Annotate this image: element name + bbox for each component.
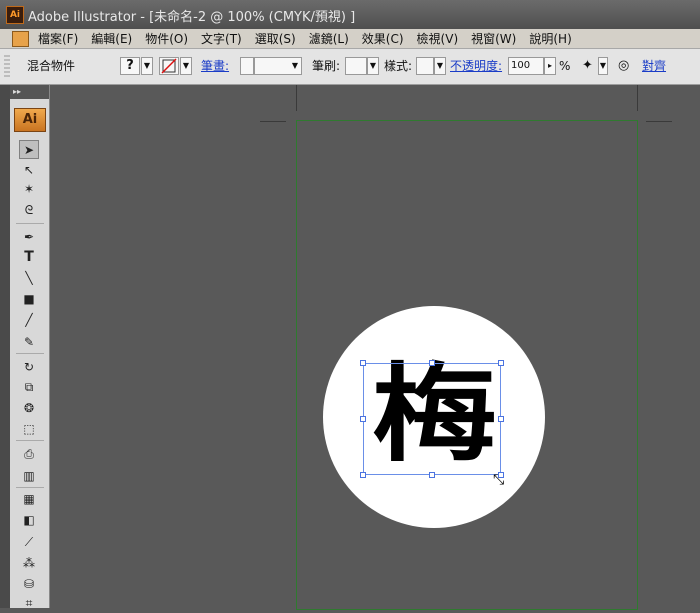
crop-mark bbox=[260, 121, 286, 122]
style-label: 樣式: bbox=[384, 59, 413, 73]
blend-object[interactable]: 梅 bbox=[360, 354, 504, 478]
scale-icon[interactable]: ⧉ bbox=[19, 378, 39, 397]
pen-icon[interactable]: ✒ bbox=[19, 228, 39, 247]
magic-wand-icon[interactable]: ✶ bbox=[19, 180, 39, 199]
type-icon[interactable]: T bbox=[19, 248, 39, 267]
window-title: Adobe Illustrator - [未命名-2 @ 100% (CMYK/… bbox=[28, 10, 356, 25]
menu-edit[interactable]: 編輯(E) bbox=[91, 31, 139, 47]
rectangle-icon[interactable]: ■ bbox=[19, 290, 39, 309]
gradient-icon[interactable]: ◧ bbox=[19, 511, 39, 530]
crop-mark bbox=[646, 121, 672, 122]
menu-object[interactable]: 物件(O) bbox=[145, 31, 195, 47]
resize-handle-top-right[interactable] bbox=[498, 360, 504, 366]
tool-separator bbox=[16, 223, 44, 224]
tool-separator bbox=[16, 487, 44, 488]
menu-view[interactable]: 檢視(V) bbox=[417, 31, 466, 47]
blend-icon[interactable]: ⁂ bbox=[19, 554, 39, 573]
column-graph-icon[interactable]: ▥ bbox=[19, 467, 39, 486]
resize-handle-bottom[interactable] bbox=[429, 472, 435, 478]
fill-swatch[interactable]: ? bbox=[120, 57, 140, 75]
pencil-icon[interactable]: ✎ bbox=[19, 333, 39, 352]
title-bar: Ai Adobe Illustrator - [未命名-2 @ 100% (CM… bbox=[0, 0, 700, 29]
lasso-icon[interactable]: ᘓ bbox=[19, 201, 39, 220]
style-dropdown-icon[interactable]: ▼ bbox=[434, 57, 446, 75]
mesh-icon[interactable]: ▦ bbox=[19, 490, 39, 509]
direct-selection-icon[interactable]: ↖ bbox=[19, 161, 39, 180]
tool-separator bbox=[16, 440, 44, 441]
menu-bar: 檔案(F) 編輯(E) 物件(O) 文字(T) 選取(S) 濾鏡(L) 效果(C… bbox=[0, 29, 700, 49]
fill-dropdown-icon[interactable]: ▼ bbox=[141, 57, 153, 75]
symbol-sprayer-icon[interactable]: ⎙ bbox=[19, 445, 39, 464]
control-bar: 混合物件 ? ▼ ▼ 筆畫: ▼ 筆刷: ▼ 樣式: ▼ 不透明度: 100 ▸… bbox=[0, 49, 700, 85]
object-type-label: 混合物件 bbox=[27, 59, 76, 73]
opacity-input[interactable]: 100 bbox=[508, 57, 544, 75]
tool-separator bbox=[16, 353, 44, 354]
brush-label: 筆刷: bbox=[312, 59, 341, 73]
live-paint-bucket-icon[interactable]: ⛁ bbox=[19, 575, 39, 594]
stroke-none-swatch[interactable] bbox=[159, 57, 179, 75]
stroke-dropdown-icon[interactable]: ▼ bbox=[180, 57, 192, 75]
menu-file[interactable]: 檔案(F) bbox=[38, 31, 85, 47]
tools-panel: ▸▸ Ai ➤ ↖ ✶ ᘓ ✒ T ╲ ■ ╱ ✎ ↻ ⧉ ❂ ⬚ ⎙ ▥ ▦ … bbox=[10, 85, 50, 610]
stroke-weight-dropdown[interactable]: ▼ bbox=[254, 57, 302, 75]
brush-swatch[interactable] bbox=[345, 57, 367, 75]
resize-handle-left[interactable] bbox=[360, 416, 366, 422]
stroke-weight-label[interactable]: 筆畫: bbox=[201, 57, 229, 75]
recolor-artwork-icon[interactable]: ◎ bbox=[618, 57, 634, 75]
tools-panel-collapse-icon[interactable]: ▸▸ bbox=[10, 85, 49, 99]
opacity-dropdown-icon[interactable]: ▸ bbox=[544, 57, 556, 75]
warp-icon[interactable]: ❂ bbox=[19, 399, 39, 418]
crop-mark bbox=[296, 85, 297, 111]
crop-mark bbox=[637, 85, 638, 111]
line-segment-icon[interactable]: ╲ bbox=[19, 269, 39, 288]
none-stroke-icon bbox=[161, 58, 177, 74]
paintbrush-icon[interactable]: ╱ bbox=[19, 311, 39, 330]
rotate-icon[interactable]: ↻ bbox=[19, 358, 39, 377]
resize-cursor-icon: ⤡ bbox=[493, 472, 505, 488]
opacity-label[interactable]: 不透明度: bbox=[450, 57, 502, 75]
opacity-unit: % bbox=[559, 59, 571, 73]
menu-filter[interactable]: 濾鏡(L) bbox=[309, 31, 356, 47]
eyedropper-icon[interactable]: ⟋ bbox=[19, 533, 39, 552]
ai-logo: Ai bbox=[14, 108, 46, 132]
selection-bounding-box bbox=[363, 363, 501, 475]
document-menu-icon[interactable] bbox=[12, 31, 29, 47]
resize-handle-right[interactable] bbox=[498, 416, 504, 422]
style-swatch[interactable] bbox=[416, 57, 434, 75]
menu-items: 檔案(F) 編輯(E) 物件(O) 文字(T) 選取(S) 濾鏡(L) 效果(C… bbox=[38, 31, 585, 47]
resize-handle-top-left[interactable] bbox=[360, 360, 366, 366]
resize-handle-top[interactable] bbox=[429, 360, 435, 366]
crop-area-icon[interactable]: ⌗ bbox=[19, 594, 39, 613]
selection-arrow-icon[interactable]: ➤ bbox=[19, 140, 39, 159]
menu-effect[interactable]: 效果(C) bbox=[362, 31, 411, 47]
left-panel-edge bbox=[0, 85, 10, 608]
menu-window[interactable]: 視窗(W) bbox=[471, 31, 523, 47]
document-canvas[interactable]: 梅 ⤡ bbox=[50, 85, 700, 610]
stroke-weight-spinner[interactable] bbox=[240, 57, 254, 75]
illustrator-app-icon: Ai bbox=[6, 6, 24, 24]
isolate-dropdown-icon[interactable]: ▼ bbox=[598, 57, 608, 75]
resize-handle-bottom-left[interactable] bbox=[360, 472, 366, 478]
brush-dropdown-icon[interactable]: ▼ bbox=[367, 57, 379, 75]
menu-help[interactable]: 說明(H) bbox=[529, 31, 578, 47]
menu-type[interactable]: 文字(T) bbox=[201, 31, 249, 47]
align-link[interactable]: 對齊 bbox=[642, 57, 666, 75]
free-transform-icon[interactable]: ⬚ bbox=[19, 420, 39, 439]
control-bar-grip[interactable] bbox=[4, 55, 10, 79]
isolate-blend-icon[interactable]: ✦ bbox=[582, 57, 597, 75]
menu-select[interactable]: 選取(S) bbox=[255, 31, 303, 47]
